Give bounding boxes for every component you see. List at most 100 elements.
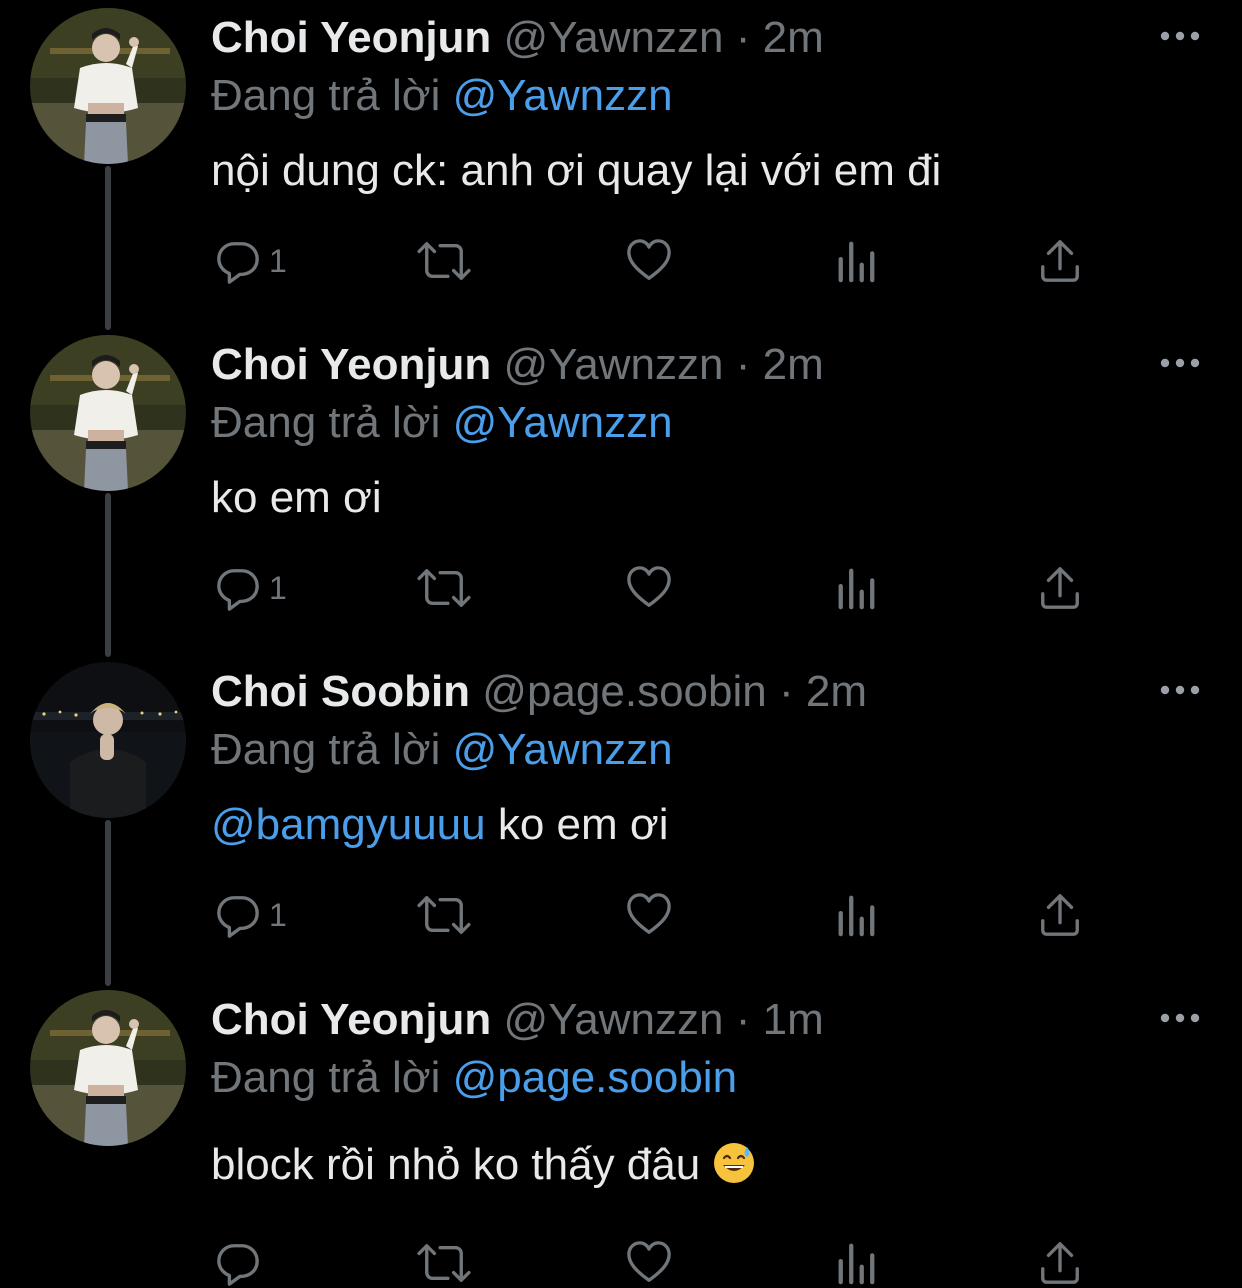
more-options-button[interactable] (1158, 355, 1202, 371)
text-mention[interactable]: @bamgyuuuu (211, 800, 486, 849)
separator-dot: · (735, 995, 751, 1044)
thread-line (105, 820, 111, 986)
tweet-text: ko em ơi (211, 473, 382, 522)
share-button[interactable] (1037, 890, 1083, 940)
avatar[interactable] (30, 990, 186, 1146)
author-name[interactable]: Choi Yeonjun (211, 340, 491, 389)
speech-bubble-icon (215, 892, 261, 938)
retweet-button[interactable] (415, 1238, 473, 1288)
share-button[interactable] (1037, 1238, 1083, 1288)
tweet-2[interactable]: Choi Yeonjun @Yawnzzn · 2m Đang trả lời … (0, 327, 1242, 657)
more-dots-icon (1158, 355, 1202, 371)
speech-bubble-icon (215, 1240, 261, 1286)
retweet-button[interactable] (415, 890, 473, 940)
share-button[interactable] (1037, 236, 1083, 286)
grinning-sweat-emoji-icon (712, 1141, 756, 1185)
more-dots-icon (1158, 1010, 1202, 1026)
author-handle[interactable]: @page.soobin (482, 667, 766, 716)
tweet-4[interactable]: Choi Yeonjun @Yawnzzn · 1m Đang trả lời … (0, 982, 1242, 1288)
views-button[interactable] (835, 1238, 877, 1288)
avatar[interactable] (30, 662, 186, 818)
speech-bubble-icon (215, 238, 261, 284)
reply-count: 1 (269, 896, 287, 933)
timestamp[interactable]: 2m (763, 13, 824, 62)
share-icon (1037, 238, 1083, 284)
avatar[interactable] (30, 335, 186, 491)
reply-count: 1 (269, 242, 287, 279)
like-button[interactable] (625, 1238, 673, 1288)
more-dots-icon (1158, 28, 1202, 44)
replying-to-mention[interactable]: @Yawnzzn (453, 71, 673, 120)
author-name[interactable]: Choi Yeonjun (211, 13, 491, 62)
like-button[interactable] (625, 890, 673, 940)
thread-line (105, 493, 111, 657)
tweet-actions: 1 (211, 890, 1111, 940)
views-button[interactable] (835, 236, 877, 286)
more-dots-icon (1158, 682, 1202, 698)
replying-to-label: Đang trả lời (211, 398, 441, 447)
share-button[interactable] (1037, 563, 1083, 613)
separator-dot: · (735, 13, 751, 62)
thread-line (105, 166, 111, 330)
views-button[interactable] (835, 890, 877, 940)
tweet-text: nội dung ck: anh ơi quay lại với em đi (211, 146, 942, 195)
tweet-text: @bamgyuuuu ko em ơi (211, 798, 669, 852)
heart-icon (625, 1240, 673, 1286)
views-button[interactable] (835, 563, 877, 613)
retweet-button[interactable] (415, 236, 473, 286)
retweet-button[interactable] (415, 563, 473, 613)
speech-bubble-icon (215, 565, 261, 611)
retweet-icon (415, 565, 473, 611)
person-avatar-icon (30, 335, 186, 491)
retweet-icon (415, 238, 473, 284)
tweet-1[interactable]: Choi Yeonjun @Yawnzzn · 2m Đang trả lời … (0, 0, 1242, 330)
author-handle[interactable]: @Yawnzzn (504, 995, 724, 1044)
bar-chart-icon (835, 1240, 877, 1286)
more-options-button[interactable] (1158, 1010, 1202, 1026)
avatar[interactable] (30, 8, 186, 164)
heart-icon (625, 565, 673, 611)
separator-dot: · (735, 340, 751, 389)
tweet-header: Choi Yeonjun @Yawnzzn · 2m (211, 339, 824, 391)
tweet-actions: 1 (211, 563, 1111, 613)
tweet-3[interactable]: Choi Soobin @page.soobin · 2m Đang trả l… (0, 654, 1242, 986)
timestamp[interactable]: 1m (763, 995, 824, 1044)
separator-dot: · (778, 667, 794, 716)
reply-button[interactable]: 1 (215, 563, 287, 613)
replying-to: Đang trả lời @Yawnzzn (211, 397, 673, 449)
replying-to-label: Đang trả lời (211, 725, 441, 774)
retweet-icon (415, 1240, 473, 1286)
more-options-button[interactable] (1158, 682, 1202, 698)
more-options-button[interactable] (1158, 28, 1202, 44)
bar-chart-icon (835, 892, 877, 938)
timestamp[interactable]: 2m (806, 667, 867, 716)
replying-to-mention[interactable]: @page.soobin (453, 1053, 737, 1102)
author-name[interactable]: Choi Yeonjun (211, 995, 491, 1044)
share-icon (1037, 1240, 1083, 1286)
person-avatar-icon (30, 662, 186, 818)
bar-chart-icon (835, 565, 877, 611)
like-button[interactable] (625, 563, 673, 613)
replying-to: Đang trả lời @Yawnzzn (211, 70, 673, 122)
tweet-actions (211, 1238, 1111, 1288)
timestamp[interactable]: 2m (763, 340, 824, 389)
heart-icon (625, 892, 673, 938)
tweet-header: Choi Soobin @page.soobin · 2m (211, 666, 867, 718)
like-button[interactable] (625, 236, 673, 286)
tweet-actions: 1 (211, 236, 1111, 286)
author-handle[interactable]: @Yawnzzn (504, 340, 724, 389)
reply-button[interactable]: 1 (215, 236, 287, 286)
share-icon (1037, 565, 1083, 611)
tweet-thread: Choi Yeonjun @Yawnzzn · 2m Đang trả lời … (0, 0, 1242, 1288)
person-avatar-icon (30, 8, 186, 164)
reply-button[interactable]: 1 (215, 890, 287, 940)
tweet-text: block rồi nhỏ ko thấy đâu (211, 1138, 756, 1192)
replying-to-mention[interactable]: @Yawnzzn (453, 725, 673, 774)
retweet-icon (415, 892, 473, 938)
replying-to-mention[interactable]: @Yawnzzn (453, 398, 673, 447)
tweet-text-body: block rồi nhỏ ko thấy đâu (211, 1140, 701, 1189)
author-name[interactable]: Choi Soobin (211, 667, 470, 716)
heart-icon (625, 238, 673, 284)
reply-button[interactable] (215, 1238, 269, 1288)
author-handle[interactable]: @Yawnzzn (504, 13, 724, 62)
